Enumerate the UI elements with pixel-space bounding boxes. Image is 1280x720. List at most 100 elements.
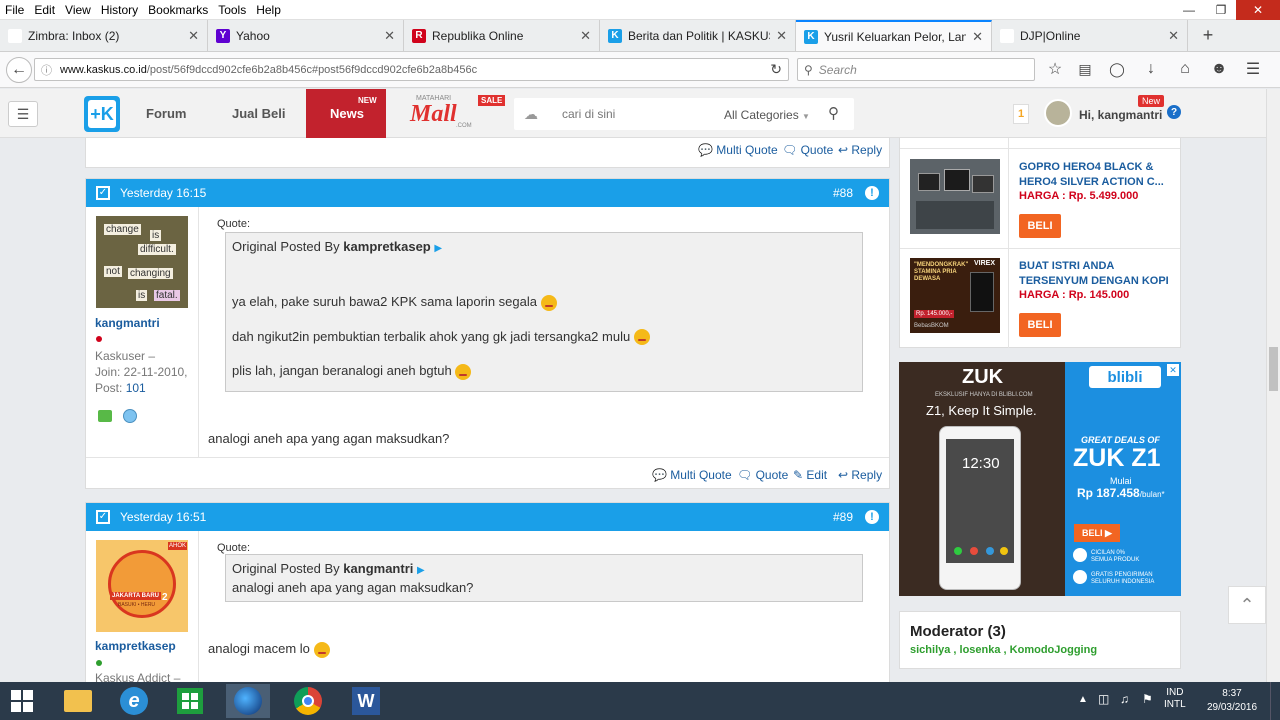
close-tab-icon[interactable]: ✕: [580, 28, 591, 44]
tab-kaskus-yusril[interactable]: K Yusril Keluarkan Pelor, Lan... ✕: [796, 20, 992, 51]
menu-tools[interactable]: Tools: [213, 3, 251, 17]
checkbox-icon[interactable]: ✓: [96, 510, 110, 524]
product-title[interactable]: GOPRO HERO4 BLACK & HERO4 SILVER ACTION …: [1019, 160, 1164, 190]
tab-zimbra[interactable]: Zimbra: Inbox (2) ✕: [0, 20, 208, 51]
network-icon[interactable]: ◫: [1098, 692, 1109, 706]
multi-quote-button[interactable]: 💬 Multi Quote: [652, 468, 732, 482]
view-post-icon[interactable]: ▶: [417, 565, 425, 576]
kaskus-logo[interactable]: +K: [84, 96, 120, 132]
scrollbar[interactable]: [1266, 89, 1280, 682]
product-image-gopro[interactable]: [910, 159, 1000, 234]
restore-icon[interactable]: ❐: [1206, 0, 1236, 20]
close-tab-icon[interactable]: ✕: [384, 28, 395, 44]
multi-quote-button[interactable]: 💬 Multi Quote: [698, 143, 778, 157]
close-tab-icon[interactable]: ✕: [972, 29, 983, 45]
ad-banner[interactable]: ZUK EKSKLUSIF HANYA DI BLIBLI.COM Z1, Ke…: [899, 362, 1181, 596]
quote-user[interactable]: kangmantri: [343, 561, 413, 576]
post-count-value[interactable]: 101: [126, 381, 146, 395]
firefox-icon[interactable]: [226, 684, 270, 718]
view-post-icon[interactable]: ▶: [434, 243, 442, 254]
user-greeting[interactable]: Hi, kangmantri: [1079, 108, 1162, 122]
clock[interactable]: 8:37 29/03/2016: [1200, 687, 1264, 715]
back-to-top-button[interactable]: ⌃: [1228, 586, 1266, 624]
post-number[interactable]: #89: [833, 510, 853, 524]
download-icon[interactable]: ↓: [1140, 58, 1162, 80]
open-menu-icon[interactable]: ☰: [1242, 58, 1264, 80]
close-tab-icon[interactable]: ✕: [776, 28, 787, 44]
home-icon[interactable]: ⌂: [1174, 58, 1196, 80]
menu-edit[interactable]: Edit: [29, 3, 60, 17]
show-desktop-button[interactable]: [1270, 682, 1280, 720]
ad-buy-button[interactable]: BELI ▶: [1074, 524, 1120, 542]
notification-count[interactable]: 1: [1013, 104, 1029, 124]
menu-history[interactable]: History: [96, 3, 143, 17]
tab-djp[interactable]: DJP|Online ✕: [992, 20, 1188, 51]
hamburger-menu-icon[interactable]: ☰: [8, 101, 38, 127]
input-language[interactable]: IND INTL: [1164, 687, 1186, 711]
avatar[interactable]: JAKARTA BARU BASUKI • HERU 2 AHOK: [96, 540, 188, 632]
report-icon[interactable]: !: [865, 186, 879, 200]
close-window-icon[interactable]: ✕: [1236, 0, 1280, 20]
avatar[interactable]: [1044, 99, 1072, 127]
category-select[interactable]: All Categories ▼: [724, 108, 810, 122]
tab-republika[interactable]: R Republika Online ✕: [404, 20, 600, 51]
reply-button[interactable]: ↩ Reply: [838, 468, 882, 482]
username[interactable]: kangmantri: [95, 316, 160, 330]
browser-search-input[interactable]: ⚲ Search: [797, 58, 1035, 81]
quote-button[interactable]: 🗨 Quote: [737, 468, 788, 482]
app-icon: [970, 547, 978, 555]
new-tab-button[interactable]: +: [1188, 20, 1228, 51]
flag-icon[interactable]: ⚑: [1142, 692, 1153, 706]
store-icon[interactable]: [168, 684, 212, 718]
product-title[interactable]: BUAT ISTRI ANDA TERSENYUM DENGAN KOPI: [1019, 259, 1169, 289]
checkbox-icon[interactable]: ✓: [96, 186, 110, 200]
start-icon[interactable]: [0, 684, 44, 718]
moderator-link[interactable]: sichilya: [910, 644, 950, 656]
hello-icon[interactable]: ☻: [1208, 58, 1230, 80]
close-tab-icon[interactable]: ✕: [1168, 28, 1179, 44]
menu-help[interactable]: Help: [251, 3, 286, 17]
bookmark-star-icon[interactable]: ☆: [1044, 58, 1066, 80]
back-icon[interactable]: ←: [6, 57, 32, 83]
reading-list-icon[interactable]: ▤: [1074, 58, 1096, 80]
quote-button[interactable]: 🗨 Quote: [782, 143, 833, 157]
show-hidden-icons[interactable]: ▲: [1078, 694, 1088, 705]
buy-button[interactable]: BELI: [1019, 214, 1061, 238]
menu-file[interactable]: File: [0, 3, 29, 17]
report-icon[interactable]: !: [865, 510, 879, 524]
menu-bookmarks[interactable]: Bookmarks: [143, 3, 213, 17]
edit-button[interactable]: ✎ Edit: [793, 468, 827, 482]
info-icon[interactable]: ⓘ: [41, 62, 52, 78]
quote-user[interactable]: kampretkasep: [343, 239, 430, 254]
internet-explorer-icon[interactable]: e: [112, 684, 156, 718]
minimize-icon[interactable]: —: [1174, 0, 1204, 20]
kaskus-search-input[interactable]: cari di sini: [562, 107, 615, 121]
help-icon[interactable]: ?: [1167, 105, 1181, 119]
nav-news[interactable]: News NEW: [306, 89, 386, 138]
username[interactable]: kampretkasep: [95, 639, 176, 653]
post-number[interactable]: #88: [833, 186, 853, 200]
moderator-link[interactable]: KomodoJogging: [1010, 644, 1097, 656]
product-image-virex[interactable]: "MENDONGKRAK" STAMINA PRIA DEWASA VIREX …: [910, 258, 1000, 333]
close-tab-icon[interactable]: ✕: [188, 28, 199, 44]
nav-forum[interactable]: Forum: [146, 106, 186, 121]
tab-yahoo[interactable]: Y Yahoo ✕: [208, 20, 404, 51]
nav-jual-beli[interactable]: Jual Beli: [232, 106, 285, 121]
ad-close-icon[interactable]: ✕: [1167, 364, 1179, 376]
buy-button[interactable]: BELI: [1019, 313, 1061, 337]
avatar[interactable]: change is difficult. not changing is fat…: [96, 216, 188, 308]
pocket-icon[interactable]: ◯: [1106, 58, 1128, 80]
matahari-mall-logo[interactable]: MATAHARI Mall .COM SALE: [408, 93, 508, 133]
search-icon[interactable]: ⚲: [828, 104, 839, 122]
speaker-icon[interactable]: ♫: [1120, 692, 1129, 706]
reply-button[interactable]: ↩ Reply: [838, 143, 882, 157]
chrome-icon[interactable]: [286, 684, 330, 718]
url-bar[interactable]: ⓘ www.kaskus.co.id/post/56f9dccd902cfe6b…: [34, 58, 789, 81]
word-icon[interactable]: W: [344, 684, 388, 718]
scrollbar-thumb[interactable]: [1269, 347, 1278, 391]
file-explorer-icon[interactable]: [56, 684, 100, 718]
tab-kaskus-berita[interactable]: K Berita dan Politik | KASKUS ✕: [600, 20, 796, 51]
reload-icon[interactable]: ↻: [770, 61, 782, 78]
moderator-link[interactable]: losenka: [960, 644, 1001, 656]
menu-view[interactable]: View: [60, 3, 96, 17]
